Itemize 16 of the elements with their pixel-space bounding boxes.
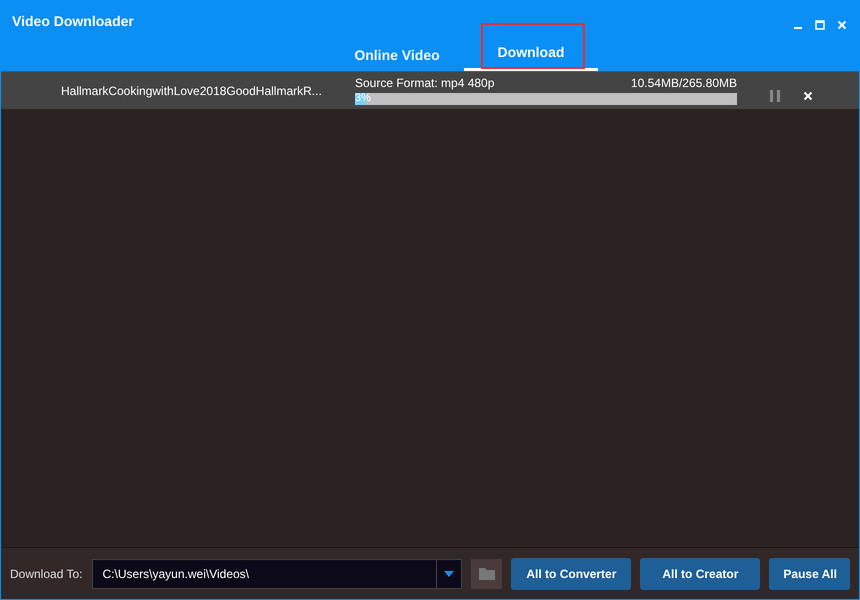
maximize-icon[interactable] [815,20,825,30]
progress-percent: 3% [355,92,371,104]
action-button[interactable]: All to Creator [640,558,760,590]
pause-icon[interactable] [769,88,781,102]
video-name: HallmarkCookingwithLove2018GoodHallmarkR... [60,84,323,98]
action-button[interactable]: Pause All [769,558,850,590]
folder-button[interactable] [470,558,502,588]
folder-icon [478,567,495,580]
download-to-label: Download To: [10,566,82,580]
close-icon[interactable] [803,90,813,100]
caret-icon[interactable] [444,570,454,576]
path-field[interactable]: C:\Users\yayun.wei\Videos\ [92,558,462,588]
window-title: Video Downloader [12,13,134,31]
action-button[interactable]: All to Converter [511,558,632,590]
source-format: Source Format: mp4 480p [355,76,494,90]
download-size: 10.54MB/265.80MB [630,76,737,90]
